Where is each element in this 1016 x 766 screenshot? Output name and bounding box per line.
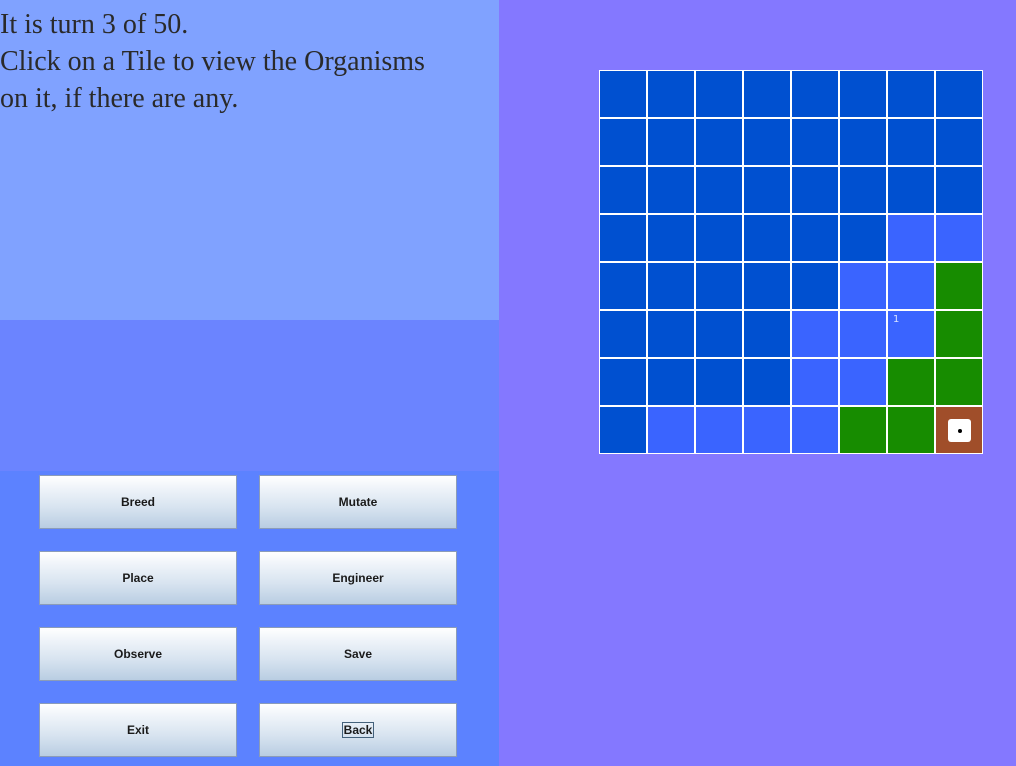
tile-deep-water[interactable] <box>647 214 695 262</box>
exit-button[interactable]: Exit <box>39 703 237 757</box>
tile-deep-water[interactable] <box>743 70 791 118</box>
tile-dirt[interactable] <box>935 406 983 454</box>
tile-deep-water[interactable] <box>647 70 695 118</box>
player-marker-icon <box>948 419 971 442</box>
tile-deep-water[interactable] <box>599 358 647 406</box>
tile-shallow-water[interactable] <box>647 406 695 454</box>
tile-deep-water[interactable] <box>599 406 647 454</box>
tile-deep-water[interactable] <box>647 262 695 310</box>
back-button-label: Back <box>341 722 375 738</box>
info-panel: It is turn 3 of 50. Click on a Tile to v… <box>0 0 499 320</box>
tile-grass[interactable] <box>935 358 983 406</box>
tile-deep-water[interactable] <box>647 358 695 406</box>
tile-grass[interactable] <box>935 262 983 310</box>
observe-button[interactable]: Observe <box>39 627 237 681</box>
tile-deep-water[interactable] <box>743 310 791 358</box>
tile-shallow-water[interactable] <box>791 358 839 406</box>
tile-deep-water[interactable] <box>791 70 839 118</box>
observe-button-label: Observe <box>113 647 163 661</box>
mutate-button-label: Mutate <box>338 495 378 509</box>
back-button[interactable]: Back <box>259 703 457 757</box>
tile-shallow-water[interactable] <box>839 262 887 310</box>
tile-grid: 1 <box>599 70 984 455</box>
tile-deep-water[interactable] <box>647 118 695 166</box>
tile-deep-water[interactable] <box>647 310 695 358</box>
tile-deep-water[interactable] <box>695 262 743 310</box>
tile-deep-water[interactable] <box>887 70 935 118</box>
tile-deep-water[interactable] <box>743 358 791 406</box>
tile-grass[interactable] <box>839 406 887 454</box>
tile-deep-water[interactable] <box>935 118 983 166</box>
tile-deep-water[interactable] <box>599 214 647 262</box>
tile-deep-water[interactable] <box>599 262 647 310</box>
tile-grass[interactable] <box>887 406 935 454</box>
tile-shallow-water[interactable] <box>839 310 887 358</box>
mutate-button[interactable]: Mutate <box>259 475 457 529</box>
breed-button[interactable]: Breed <box>39 475 237 529</box>
tile-deep-water[interactable] <box>599 70 647 118</box>
exit-button-label: Exit <box>126 723 149 737</box>
place-button[interactable]: Place <box>39 551 237 605</box>
tile-deep-water[interactable] <box>791 262 839 310</box>
tile-deep-water[interactable] <box>599 310 647 358</box>
turn-message: It is turn 3 of 50. Click on a Tile to v… <box>0 9 425 114</box>
organism-panel <box>0 320 499 471</box>
tile-shallow-water[interactable] <box>791 406 839 454</box>
tile-deep-water[interactable] <box>743 118 791 166</box>
tile-shallow-water[interactable] <box>791 310 839 358</box>
tile-deep-water[interactable] <box>839 166 887 214</box>
tile-deep-water[interactable] <box>887 118 935 166</box>
tile-deep-water[interactable] <box>695 310 743 358</box>
breed-button-label: Breed <box>120 495 155 509</box>
tile-deep-water[interactable] <box>695 166 743 214</box>
tile-deep-water[interactable] <box>695 358 743 406</box>
tile-deep-water[interactable] <box>695 118 743 166</box>
engineer-button[interactable]: Engineer <box>259 551 457 605</box>
tile-shallow-water[interactable] <box>839 358 887 406</box>
save-button[interactable]: Save <box>259 627 457 681</box>
tile-shallow-water[interactable] <box>887 214 935 262</box>
tile-deep-water[interactable] <box>695 214 743 262</box>
tile-deep-water[interactable] <box>647 166 695 214</box>
tile-shallow-water[interactable] <box>887 262 935 310</box>
tile-deep-water[interactable] <box>839 118 887 166</box>
tile-deep-water[interactable] <box>839 214 887 262</box>
tile-deep-water[interactable] <box>887 166 935 214</box>
engineer-button-label: Engineer <box>332 571 384 585</box>
tile-deep-water[interactable] <box>839 70 887 118</box>
tile-deep-water[interactable] <box>791 166 839 214</box>
tile-shallow-water[interactable] <box>935 214 983 262</box>
tile-shallow-water[interactable] <box>743 406 791 454</box>
tile-deep-water[interactable] <box>935 166 983 214</box>
tile-deep-water[interactable] <box>599 166 647 214</box>
tile-deep-water[interactable] <box>599 118 647 166</box>
tile-deep-water[interactable] <box>743 214 791 262</box>
tile-deep-water[interactable] <box>743 166 791 214</box>
save-button-label: Save <box>343 647 373 661</box>
tile-deep-water[interactable] <box>791 214 839 262</box>
action-button-panel: Breed Mutate Place Engineer Observe Save Exit B… <box>0 471 499 766</box>
place-button-label: Place <box>122 571 154 585</box>
tile-deep-water[interactable] <box>743 262 791 310</box>
tile-shallow-water[interactable] <box>695 406 743 454</box>
tile-grass[interactable] <box>887 358 935 406</box>
tile-deep-water[interactable] <box>791 118 839 166</box>
tile-deep-water[interactable] <box>935 70 983 118</box>
tile-shallow-water[interactable]: 1 <box>887 310 935 358</box>
organism-count: 1 <box>893 314 900 325</box>
tile-deep-water[interactable] <box>695 70 743 118</box>
tile-grass[interactable] <box>935 310 983 358</box>
